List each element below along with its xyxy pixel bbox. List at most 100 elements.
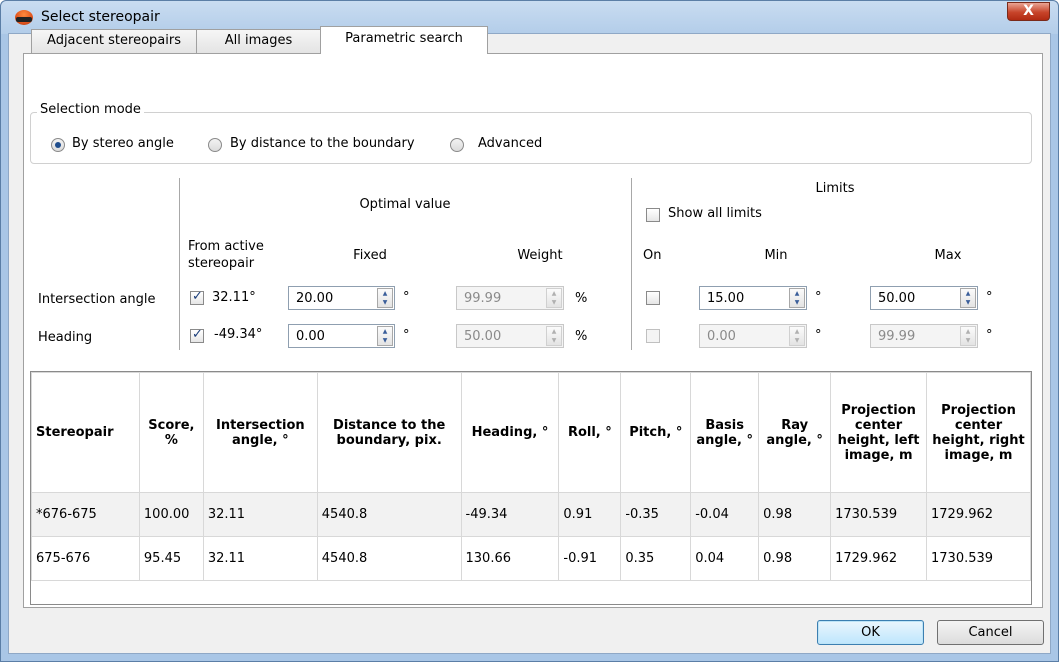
- intersection-active-checkbox[interactable]: [190, 289, 204, 305]
- spin-arrows-icon: ▲ ▼: [546, 288, 562, 308]
- tab-adjacent-stereopairs[interactable]: Adjacent stereopairs: [31, 29, 197, 53]
- heading-limit-on-checkbox: [646, 329, 660, 343]
- percent-unit: %: [575, 291, 588, 306]
- radio-label-by-stereo-angle[interactable]: By stereo angle: [72, 136, 174, 151]
- heading-fixed-spinbox[interactable]: ▲▼: [288, 324, 395, 348]
- intersection-min-spinbox[interactable]: ▲▼: [699, 286, 807, 310]
- intersection-angle-label: Intersection angle: [38, 292, 156, 307]
- table-cell: 0.98: [758, 492, 832, 537]
- header-basis-angle[interactable]: Basis angle, °: [690, 372, 760, 493]
- table-cell: -0.35: [620, 492, 692, 537]
- optimal-value-title: Optimal value: [359, 197, 451, 212]
- intersection-max-spinbox[interactable]: ▲▼: [870, 286, 978, 310]
- cancel-button[interactable]: Cancel: [937, 620, 1044, 645]
- intersection-max-input[interactable]: [871, 287, 957, 309]
- table-cell: 1729.962: [926, 492, 1031, 537]
- spin-arrows-icon[interactable]: ▲ ▼: [377, 326, 393, 346]
- intersection-active-value: 32.11°: [212, 290, 256, 305]
- stereo-glasses-icon: [15, 10, 33, 25]
- intersection-min-input[interactable]: [700, 287, 786, 309]
- degree-unit: °: [403, 290, 410, 305]
- spin-arrows-icon: ▲ ▼: [960, 326, 976, 346]
- table-cell: 1730.539: [830, 492, 928, 537]
- show-all-limits-label[interactable]: Show all limits: [668, 206, 762, 221]
- spin-arrows-icon[interactable]: ▲ ▼: [960, 288, 976, 308]
- spin-arrows-icon[interactable]: ▲ ▼: [789, 288, 805, 308]
- heading-fixed-input[interactable]: [289, 325, 374, 347]
- ok-button[interactable]: OK: [817, 620, 924, 645]
- heading-active-checkbox[interactable]: [190, 327, 204, 343]
- fixed-header: Fixed: [353, 248, 387, 263]
- heading-max-input: [871, 325, 957, 347]
- header-distance[interactable]: Distance to the boundary, pix.: [316, 372, 462, 493]
- heading-active-value: -49.34°: [214, 327, 263, 342]
- degree-unit: °: [986, 290, 993, 305]
- tab-parametric-search[interactable]: Parametric search: [320, 26, 488, 54]
- header-ray-angle[interactable]: Ray angle, °: [758, 372, 832, 493]
- tab-all-images[interactable]: All images: [196, 29, 321, 53]
- header-heading[interactable]: Heading, °: [460, 372, 560, 493]
- table-cell: *676-675: [31, 492, 140, 537]
- separator-limits: [631, 178, 632, 350]
- table-cell: 1730.539: [926, 536, 1031, 581]
- intersection-fixed-spinbox[interactable]: ▲▼: [288, 286, 395, 310]
- intersection-weight-spinbox: ▲▼: [456, 286, 564, 310]
- header-stereopair[interactable]: Stereopair: [31, 372, 140, 493]
- table-cell: 1729.962: [830, 536, 928, 581]
- header-pitch[interactable]: Pitch, °: [620, 372, 692, 493]
- table-cell: 4540.8: [316, 492, 462, 537]
- radio-label-by-distance[interactable]: By distance to the boundary: [230, 136, 415, 151]
- table-row[interactable]: *676-675 100.00 32.11 4540.8 -49.34 0.91…: [31, 492, 1031, 537]
- table-cell: 0.35: [620, 536, 692, 581]
- min-header: Min: [764, 248, 788, 263]
- results-table[interactable]: Stereopair Score, % Intersection angle, …: [30, 371, 1032, 605]
- on-header: On: [643, 248, 662, 263]
- max-header: Max: [934, 248, 962, 263]
- heading-max-spinbox: ▲▼: [870, 324, 978, 348]
- table-cell: 0.91: [558, 492, 622, 537]
- limits-title: Limits: [815, 181, 855, 196]
- table-cell: 95.45: [138, 536, 204, 581]
- intersection-fixed-input[interactable]: [289, 287, 374, 309]
- spin-arrows-icon[interactable]: ▲ ▼: [377, 288, 393, 308]
- spin-arrows-icon: ▲ ▼: [546, 326, 562, 346]
- heading-weight-spinbox: ▲▼: [456, 324, 564, 348]
- table-cell: 32.11: [202, 492, 318, 537]
- close-button[interactable]: X: [1007, 2, 1050, 21]
- degree-unit: °: [986, 328, 993, 343]
- intersection-limit-on-checkbox[interactable]: [646, 291, 660, 305]
- table-cell: -49.34: [460, 492, 560, 537]
- table-cell: -0.91: [558, 536, 622, 581]
- degree-unit: °: [815, 328, 822, 343]
- table-cell: 4540.8: [316, 536, 462, 581]
- header-height-left[interactable]: Projection center height, left image, m: [830, 372, 928, 493]
- radio-by-stereo-angle[interactable]: [51, 138, 65, 152]
- spin-arrows-icon: ▲ ▼: [789, 326, 805, 346]
- selection-mode-title: Selection mode: [37, 102, 144, 117]
- table-cell: 32.11: [202, 536, 318, 581]
- table-cell: -0.04: [690, 492, 760, 537]
- radio-by-distance[interactable]: [208, 138, 222, 152]
- table-row[interactable]: 675-676 95.45 32.11 4540.8 130.66 -0.91 …: [31, 536, 1031, 581]
- heading-weight-input: [457, 325, 543, 347]
- header-height-right[interactable]: Projection center height, right image, m: [926, 372, 1031, 493]
- table-cell: 0.04: [690, 536, 760, 581]
- table-cell: 100.00: [138, 492, 204, 537]
- table-cell: 0.98: [758, 536, 832, 581]
- header-score[interactable]: Score, %: [138, 372, 204, 493]
- radio-label-advanced[interactable]: Advanced: [478, 136, 542, 151]
- percent-unit: %: [575, 329, 588, 344]
- degree-unit: °: [403, 328, 410, 343]
- from-active-header: From active stereopair: [188, 239, 264, 271]
- window-title: Select stereopair: [41, 9, 160, 25]
- intersection-weight-input: [457, 287, 543, 309]
- heading-label: Heading: [38, 330, 93, 345]
- radio-advanced[interactable]: [450, 138, 464, 152]
- header-intersection-angle[interactable]: Intersection angle, °: [202, 372, 318, 493]
- results-grid: Stereopair Score, % Intersection angle, …: [31, 372, 1031, 581]
- header-roll[interactable]: Roll, °: [558, 372, 622, 493]
- show-all-limits-checkbox[interactable]: [646, 208, 660, 222]
- heading-min-input: [700, 325, 786, 347]
- table-cell: 130.66: [460, 536, 560, 581]
- heading-min-spinbox: ▲▼: [699, 324, 807, 348]
